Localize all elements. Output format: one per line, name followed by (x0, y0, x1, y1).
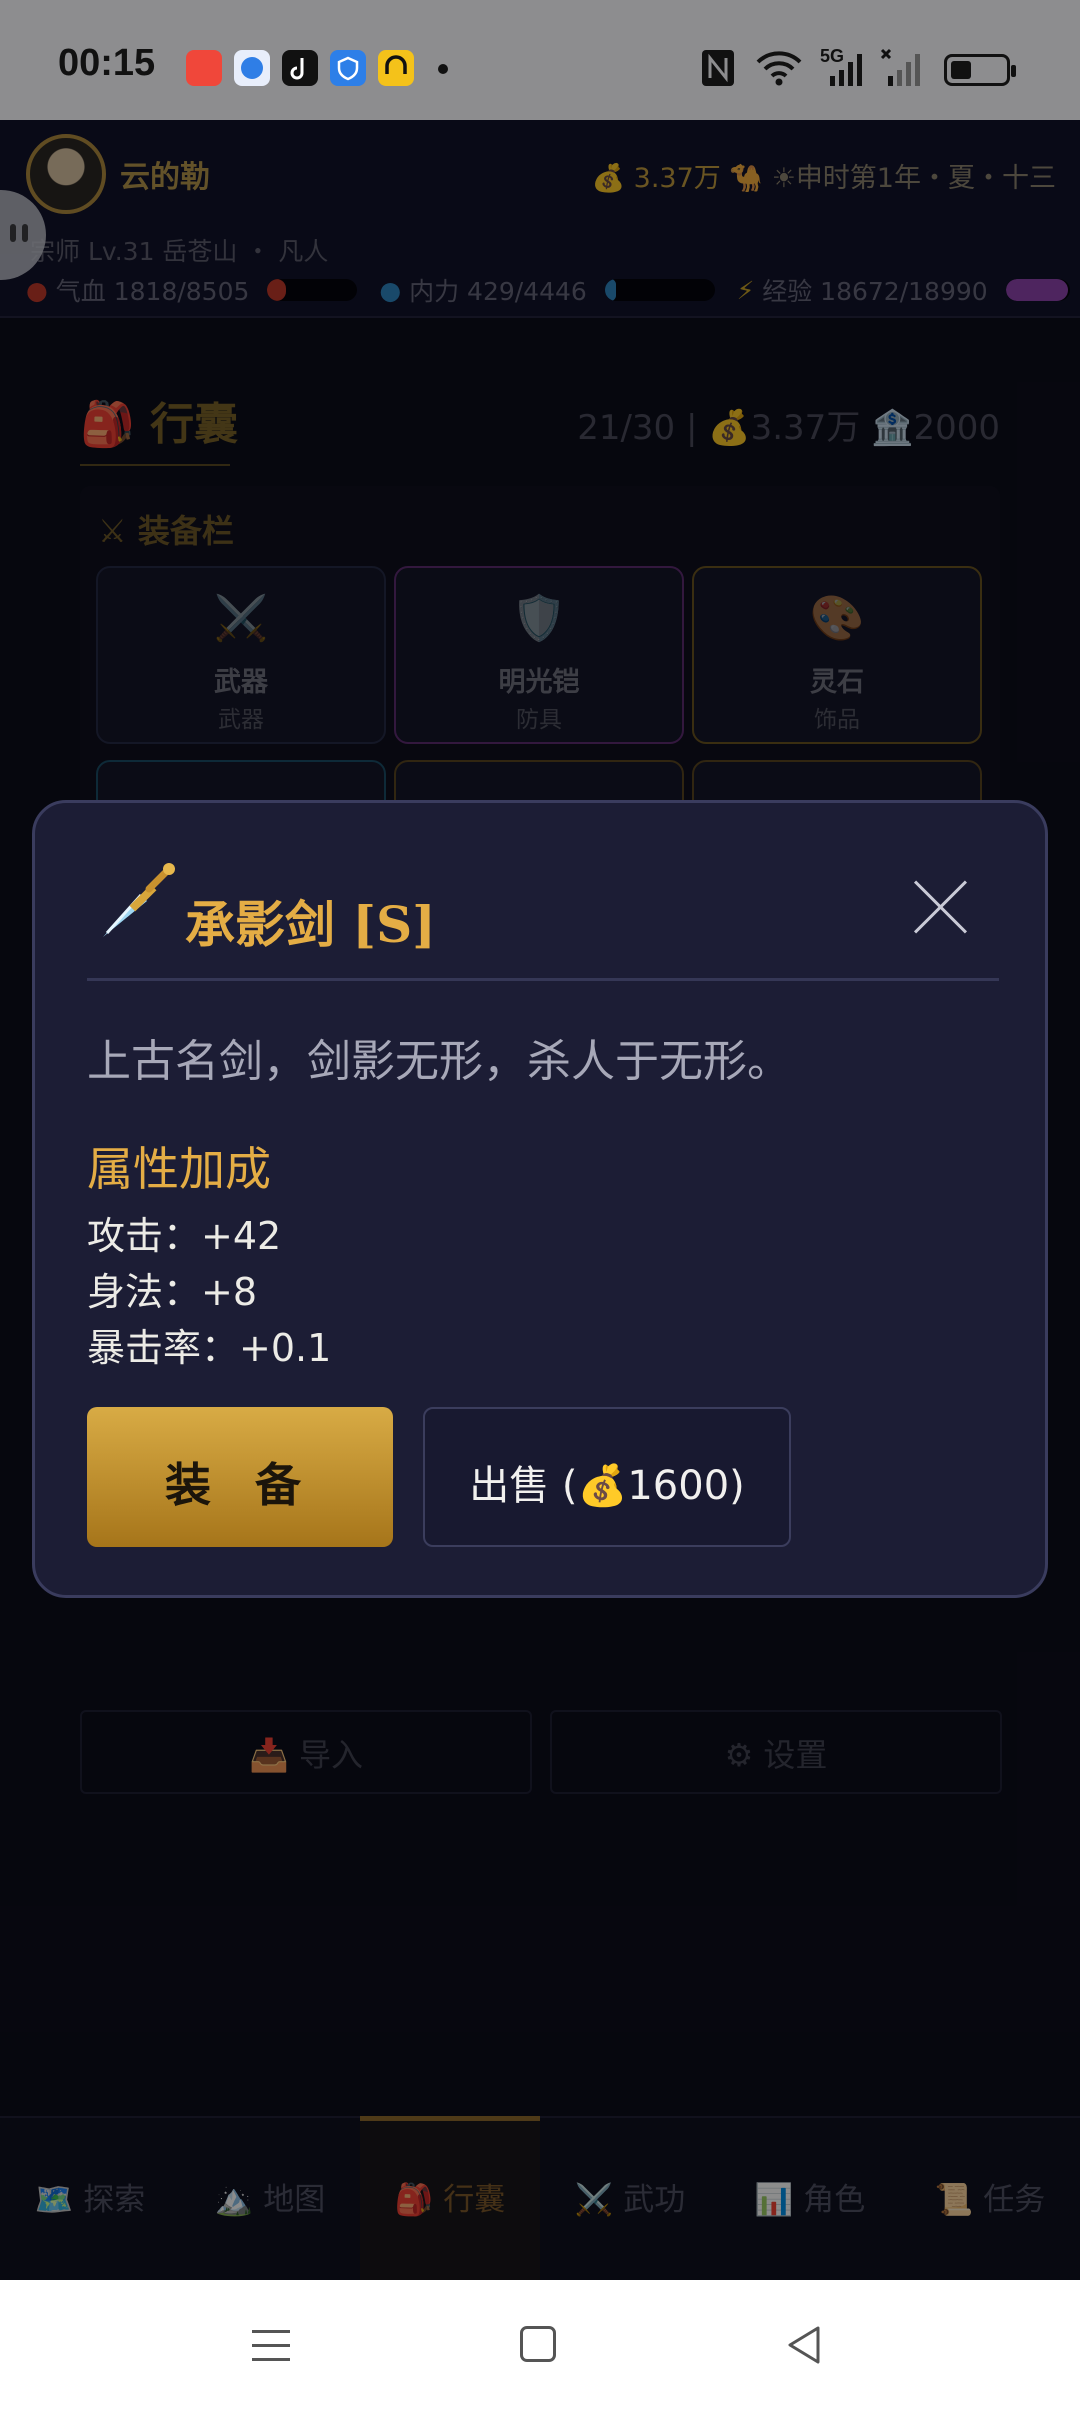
kuaishou-icon (186, 50, 222, 86)
stat-agility: 身法：+8 (87, 1270, 258, 1314)
browser-icon (234, 50, 270, 86)
stat-crit-rate: 暴击率：+0.1 (87, 1326, 332, 1370)
money-bag-icon: 💰 (577, 1463, 628, 1509)
sell-button[interactable]: 出售 (💰1600) (423, 1407, 791, 1547)
status-time: 00:15 (58, 42, 156, 84)
stat-attack: 攻击：+42 (87, 1214, 282, 1258)
signal-weak-icon (880, 48, 920, 86)
system-nav-bar (0, 2280, 1080, 2412)
equip-button[interactable]: 装 备 (87, 1407, 393, 1547)
sell-price: 1600 (627, 1463, 730, 1509)
signal-icon (830, 54, 862, 86)
item-title: 承影剑 [S] (185, 895, 436, 954)
modal-divider (87, 978, 999, 981)
notification-dot (438, 64, 448, 74)
tiktok-icon (282, 50, 318, 86)
attribute-section-title: 属性加成 (87, 1142, 271, 1196)
battery-icon (944, 54, 1016, 86)
item-detail-modal: 承影剑 [S] 上古名剑，剑影无形，杀人于无形。 属性加成 攻击：+42 身法：… (32, 800, 1048, 1598)
wifi-icon (756, 51, 802, 86)
home-icon[interactable] (520, 2326, 556, 2362)
nfc-icon (702, 50, 734, 86)
game-app-icon (378, 50, 414, 86)
shield-app-icon (330, 50, 366, 86)
recent-apps-icon[interactable] (252, 2328, 290, 2364)
back-icon[interactable] (784, 2324, 824, 2366)
close-icon[interactable] (903, 869, 979, 945)
item-description: 上古名剑，剑影无形，杀人于无形。 (87, 1036, 791, 1087)
dagger-icon (103, 863, 175, 937)
status-bar: 00:15 5G (0, 0, 1080, 120)
